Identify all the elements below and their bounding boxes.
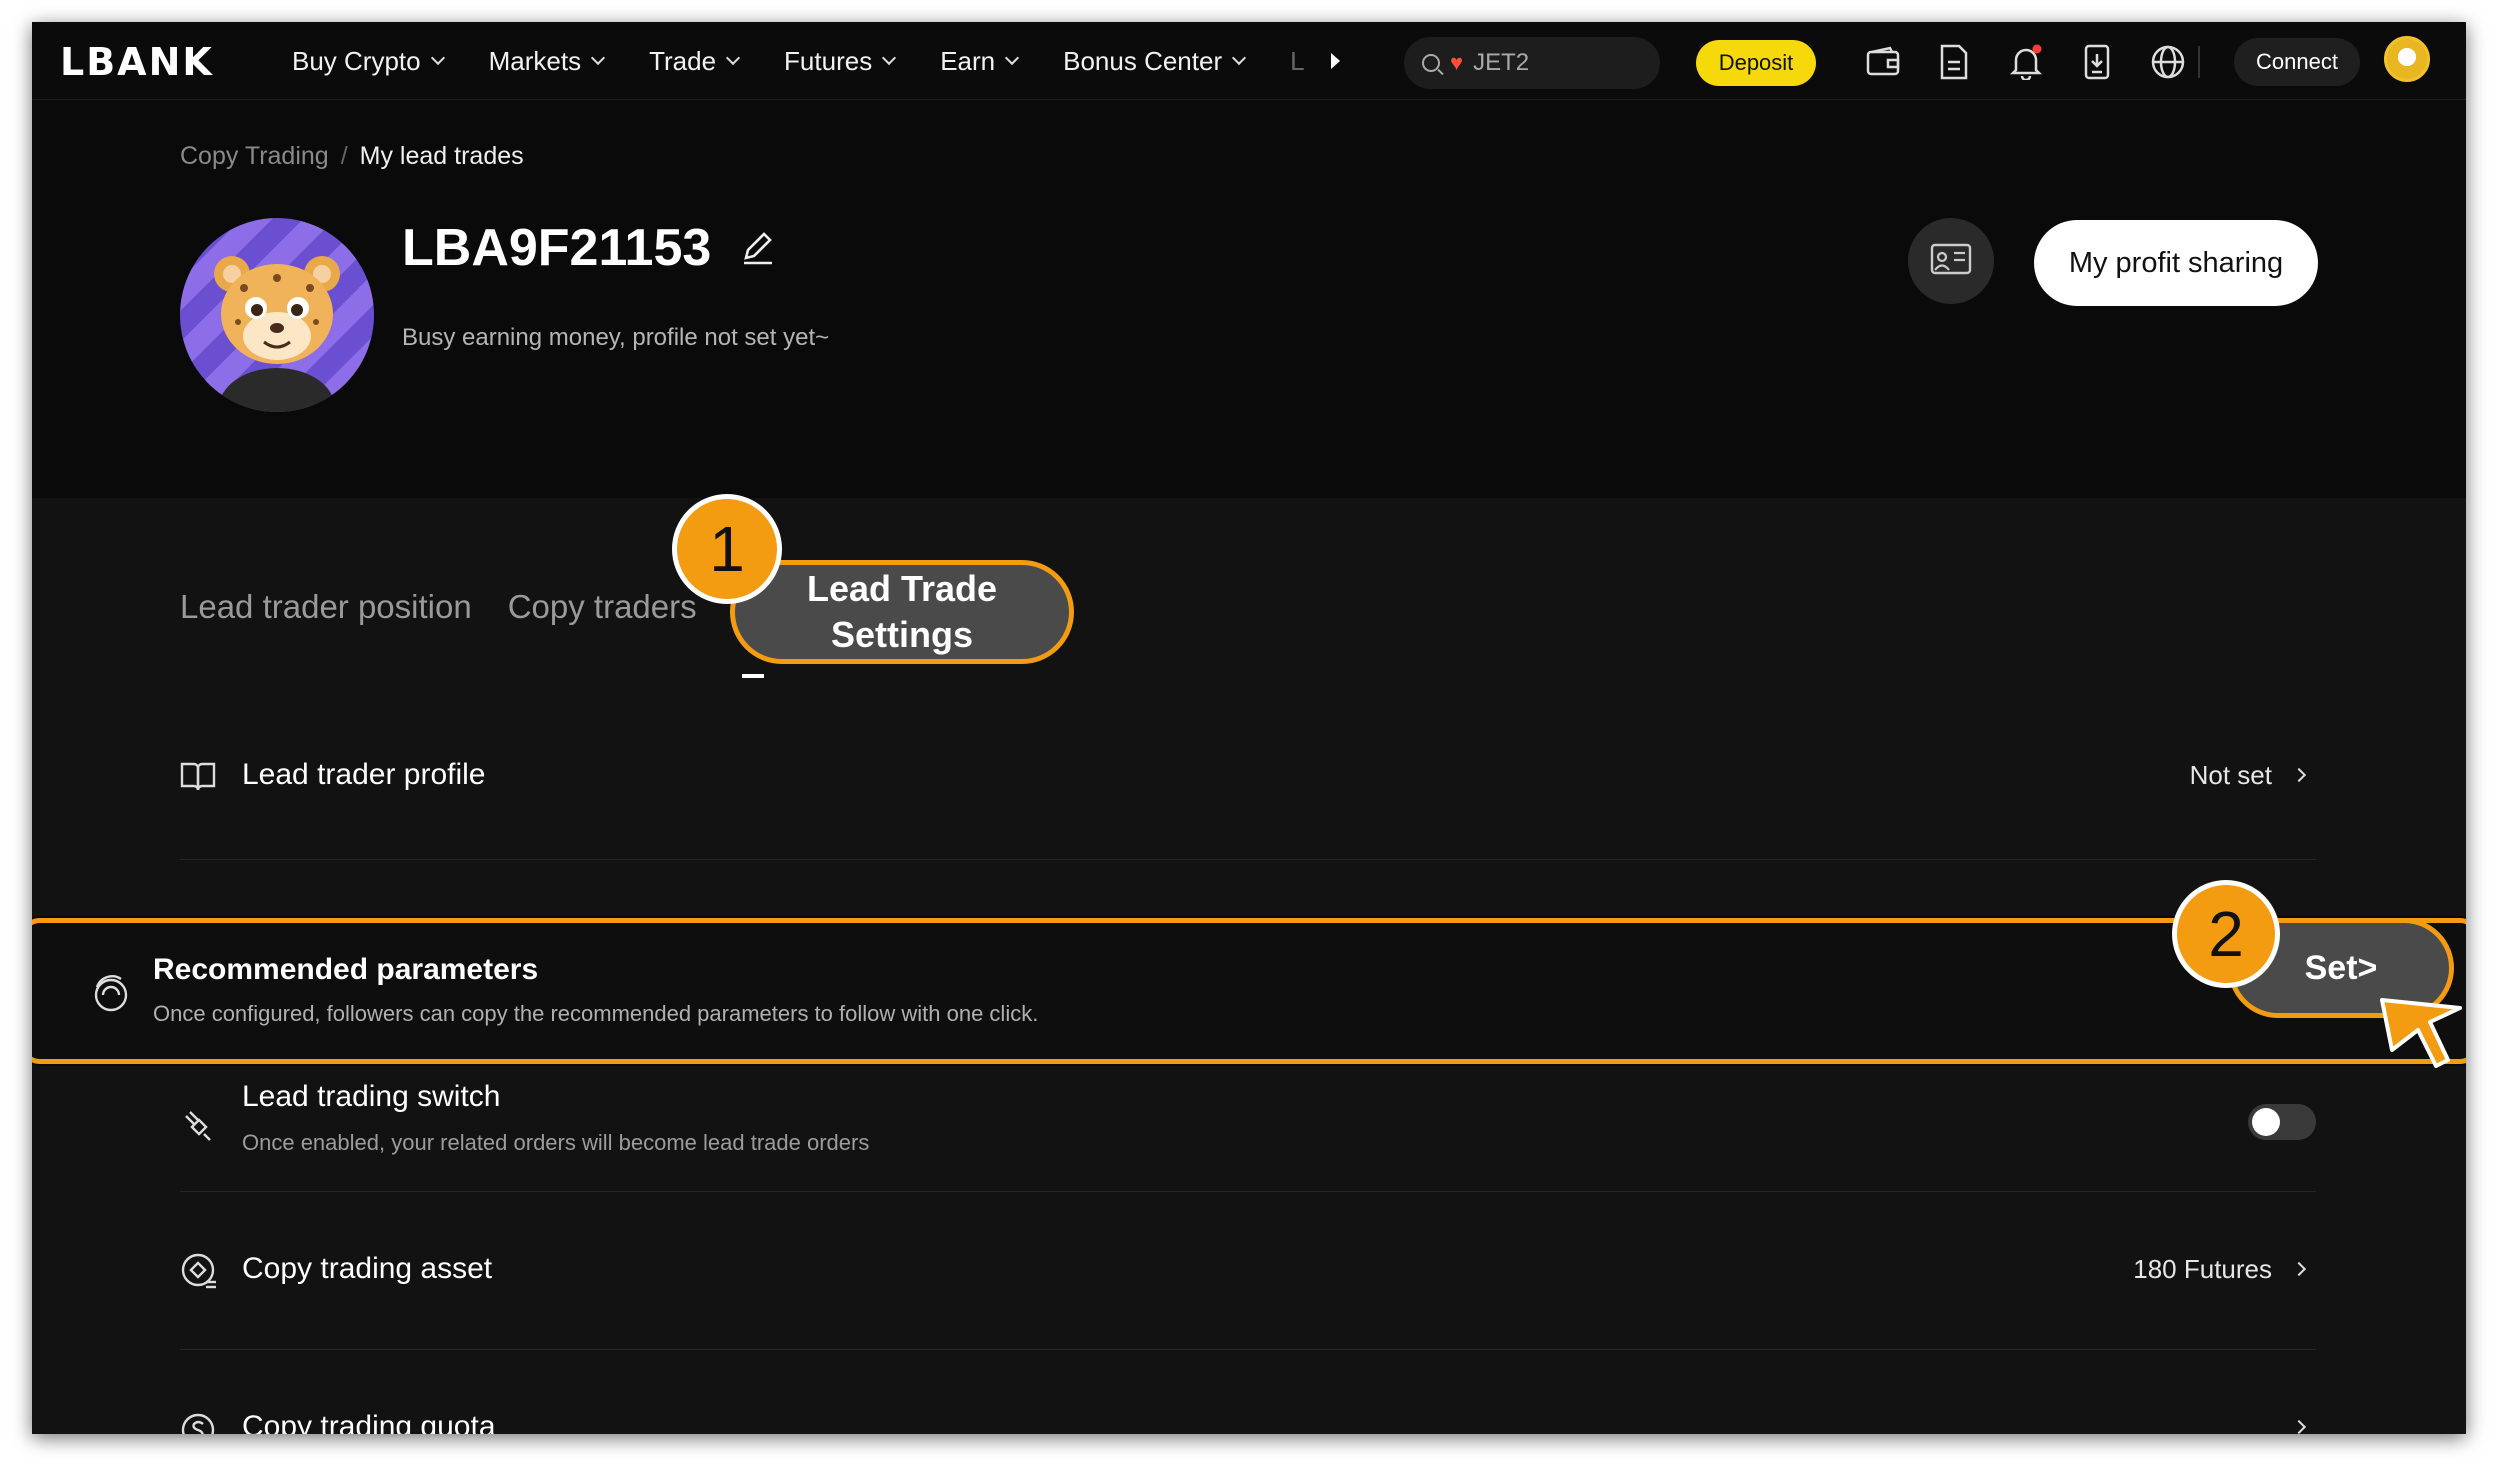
- menu-markets[interactable]: Markets: [489, 46, 606, 77]
- copy-trading-asset-value: 180 Futures: [2133, 1254, 2272, 1284]
- lead-trader-profile-title: Lead trader profile: [242, 758, 486, 791]
- chevron-down-icon: [1005, 50, 1020, 66]
- edit-pencil-icon[interactable]: [738, 228, 778, 268]
- tab-active-indicator: [742, 674, 764, 678]
- tab-lead-trader-position[interactable]: Lead trader position: [180, 588, 472, 626]
- menu-scroll-right-icon[interactable]: [1330, 53, 1340, 69]
- pointer-cursor-icon: [2380, 998, 2462, 1068]
- user-avatar[interactable]: [2384, 36, 2430, 82]
- tab-lead-trade-settings[interactable]: Lead Trade Settings: [730, 560, 1074, 664]
- chevron-down-icon: [1232, 50, 1247, 66]
- recommended-params-icon: [91, 973, 128, 1012]
- step-1-marker: 1: [672, 494, 782, 604]
- breadcrumb: Copy Trading / My lead trades: [180, 142, 524, 171]
- copy-trading-asset-row[interactable]: Copy trading asset 180 Futures: [180, 1192, 2316, 1350]
- lead-trader-profile-row[interactable]: Lead trader profile Not set: [180, 698, 2316, 860]
- menu-earn[interactable]: Earn: [940, 46, 1020, 77]
- menu-buy-crypto[interactable]: Buy Crypto: [292, 46, 445, 77]
- my-profit-sharing-button[interactable]: My profit sharing: [2034, 220, 2318, 306]
- asset-target-icon: [180, 1252, 216, 1289]
- hot-fire-icon: ♥: [1450, 50, 1464, 75]
- step-2-marker: 2: [2172, 880, 2280, 988]
- book-icon: [180, 760, 216, 796]
- lead-trader-profile-value: Not set: [2189, 760, 2272, 790]
- quota-dollar-icon: [180, 1412, 216, 1434]
- tab-copy-traders[interactable]: Copy traders: [508, 588, 697, 626]
- copy-trading-asset-title: Copy trading asset: [242, 1252, 493, 1285]
- recommended-parameters-row[interactable]: Recommended parameters Once configured, …: [32, 918, 2466, 1064]
- chevron-down-icon: [430, 50, 445, 66]
- wallet-icon[interactable]: [1866, 44, 1902, 80]
- language-globe-icon[interactable]: [2150, 44, 2186, 80]
- lead-trading-switch-desc: Once enabled, your related orders will b…: [242, 1130, 870, 1155]
- breadcrumb-separator: /: [340, 142, 348, 170]
- breadcrumb-copy-trading[interactable]: Copy Trading: [180, 142, 329, 171]
- chevron-right-icon: [2291, 767, 2307, 783]
- app-window: LBANK Buy Crypto Markets Trade Futures E…: [32, 22, 2466, 1434]
- chevron-down-icon: [591, 50, 606, 66]
- profile-name: LBA9F21153: [402, 219, 712, 277]
- share-card-button[interactable]: [1908, 218, 1994, 304]
- chevron-right-icon: [2291, 1261, 2307, 1277]
- breadcrumb-current: My lead trades: [359, 142, 524, 170]
- chevron-right-icon: [2291, 1419, 2307, 1434]
- menu-bonus-center[interactable]: Bonus Center: [1063, 46, 1247, 77]
- notification-bell-icon[interactable]: [2008, 44, 2044, 80]
- recommended-parameters-desc: Once configured, followers can copy the …: [153, 1001, 1039, 1026]
- search-icon: [1422, 54, 1440, 72]
- lbank-logo[interactable]: LBANK: [60, 40, 214, 84]
- nav-divider: [2198, 46, 2200, 78]
- menu-overflow-item[interactable]: L: [1290, 46, 1304, 77]
- top-navigation: LBANK Buy Crypto Markets Trade Futures E…: [32, 22, 2466, 100]
- main-menu: Buy Crypto Markets Trade Futures Earn Bo…: [292, 22, 1340, 100]
- chevron-down-icon: [882, 50, 897, 66]
- profile-avatar: [180, 218, 374, 412]
- share-card-icon: [1930, 243, 1972, 275]
- search-value: JET2: [1473, 49, 1530, 76]
- lead-trading-switch-row: Lead trading switch Once enabled, your r…: [180, 1068, 2316, 1192]
- menu-futures[interactable]: Futures: [784, 46, 897, 77]
- tab-bar: Lead trader position Copy traders: [180, 588, 697, 626]
- chevron-down-icon: [725, 50, 741, 66]
- recommended-parameters-title: Recommended parameters: [153, 953, 539, 986]
- lead-trading-toggle[interactable]: [2248, 1104, 2316, 1140]
- download-app-icon[interactable]: [2080, 44, 2116, 80]
- lead-trading-switch-title: Lead trading switch: [242, 1080, 501, 1113]
- menu-trade[interactable]: Trade: [649, 46, 741, 77]
- copy-trading-quota-title: Copy trading quota: [242, 1410, 496, 1434]
- connect-button[interactable]: Connect: [2234, 38, 2360, 86]
- toggle-knob: [2252, 1108, 2280, 1136]
- orders-document-icon[interactable]: [1936, 44, 1972, 80]
- switch-link-icon: [180, 1108, 216, 1144]
- copy-trading-quota-row[interactable]: Copy trading quota: [180, 1350, 2316, 1434]
- deposit-button[interactable]: Deposit: [1696, 40, 1816, 86]
- search-input[interactable]: ♥ JET2: [1404, 37, 1660, 89]
- profile-bio: Busy earning money, profile not set yet~: [402, 324, 830, 351]
